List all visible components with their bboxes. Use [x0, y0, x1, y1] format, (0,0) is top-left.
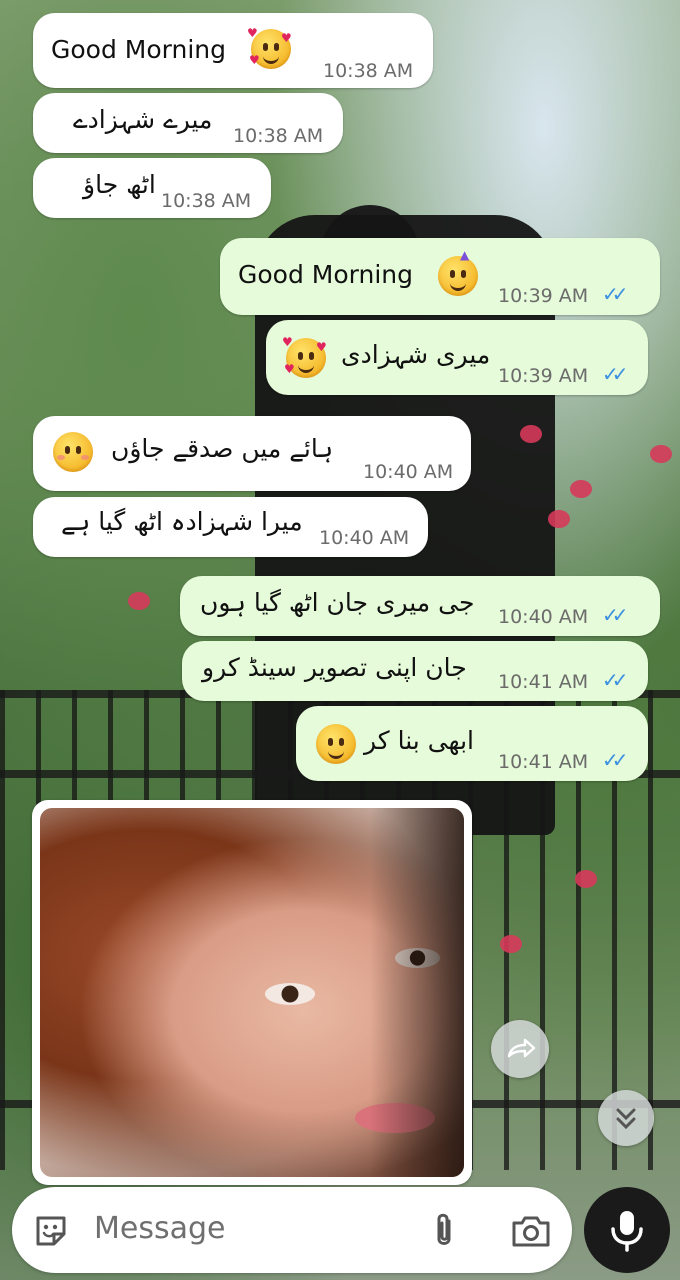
camera-icon[interactable]: [510, 1212, 552, 1250]
message-text: ہائے میں صدقے جاؤں: [111, 434, 334, 463]
message-time: 10:40 AM: [498, 606, 589, 628]
attachment-icon[interactable]: [427, 1211, 461, 1251]
outgoing-message[interactable]: جان اپنی تصویر سینڈ کرو 10:41 AM ✓✓: [182, 641, 648, 701]
message-text: Good Morning: [238, 260, 413, 289]
wallpaper-flower: [575, 870, 597, 888]
voice-record-button[interactable]: [584, 1187, 670, 1273]
message-composer[interactable]: Message: [12, 1187, 572, 1273]
shared-photo[interactable]: [40, 808, 464, 1177]
hugging-face-icon: [316, 724, 356, 764]
wallpaper-flower: [650, 445, 672, 463]
message-time: 10:39 AM: [498, 285, 589, 307]
photo-detail: [265, 983, 315, 1005]
incoming-message[interactable]: میرے شہزادے 10:38 AM: [33, 93, 343, 153]
incoming-message[interactable]: ہائے میں صدقے جاؤں 10:40 AM: [33, 416, 471, 491]
wallpaper-flower: [500, 935, 522, 953]
message-time: 10:41 AM: [498, 751, 589, 773]
double-chevron-down-icon: [616, 1108, 636, 1130]
wallpaper-flower: [128, 592, 150, 610]
wallpaper-flower: [548, 510, 570, 528]
forward-button[interactable]: [491, 1020, 549, 1078]
read-ticks-icon: ✓✓: [602, 362, 628, 386]
read-ticks-icon: ✓✓: [602, 668, 628, 692]
scroll-to-bottom-button[interactable]: [598, 1090, 654, 1146]
message-text: اٹھ جاؤ: [83, 170, 156, 199]
message-text: ابھی بنا کر: [364, 726, 474, 755]
message-input[interactable]: Message: [94, 1211, 225, 1246]
incoming-message[interactable]: Good Morning ♥ ♥ ♥ 10:38 AM: [33, 13, 433, 88]
wallpaper-flower: [520, 425, 542, 443]
outgoing-message[interactable]: Good Morning ▲ 10:39 AM ✓✓: [220, 238, 660, 315]
incoming-message[interactable]: اٹھ جاؤ 10:38 AM: [33, 158, 271, 218]
sticker-icon[interactable]: [32, 1212, 70, 1250]
message-time: 10:41 AM: [498, 671, 589, 693]
message-text: جی میری جان اٹھ گیا ہوں: [200, 588, 475, 617]
message-time: 10:40 AM: [319, 527, 410, 549]
incoming-message[interactable]: میرا شہزادہ اٹھ گیا ہے 10:40 AM: [33, 497, 428, 557]
read-ticks-icon: ✓✓: [602, 603, 628, 627]
message-time: 10:40 AM: [363, 461, 454, 483]
outgoing-message[interactable]: جی میری جان اٹھ گیا ہوں 10:40 AM ✓✓: [180, 576, 660, 636]
forward-icon: [507, 1038, 536, 1058]
message-text: میرا شہزادہ اٹھ گیا ہے: [61, 507, 303, 536]
smiling-face-with-hearts-icon: ♥ ♥ ♥: [247, 26, 292, 69]
partying-face-icon: ▲: [438, 248, 478, 296]
message-time: 10:39 AM: [498, 365, 589, 387]
message-time: 10:38 AM: [161, 190, 252, 212]
message-time: 10:38 AM: [233, 125, 324, 147]
smiling-face-with-hearts-icon: ♥ ♥ ♥: [282, 335, 327, 378]
message-text: میری شہزادی: [341, 340, 491, 369]
mic-icon: [611, 1211, 643, 1252]
face-with-hand-over-mouth-icon: [53, 432, 93, 472]
outgoing-message[interactable]: ابھی بنا کر 10:41 AM ✓✓: [296, 706, 648, 781]
read-ticks-icon: ✓✓: [602, 282, 628, 306]
message-text: میرے شہزادے: [73, 105, 213, 134]
read-ticks-icon: ✓✓: [602, 748, 628, 772]
message-time: 10:38 AM: [323, 60, 414, 82]
photo-detail: [370, 808, 464, 1177]
message-text: جان اپنی تصویر سینڈ کرو: [202, 653, 467, 682]
message-text: Good Morning: [51, 35, 226, 64]
wallpaper-flower: [570, 480, 592, 498]
image-message[interactable]: [32, 800, 472, 1185]
outgoing-message[interactable]: ♥ ♥ ♥ میری شہزادی 10:39 AM ✓✓: [266, 320, 648, 395]
